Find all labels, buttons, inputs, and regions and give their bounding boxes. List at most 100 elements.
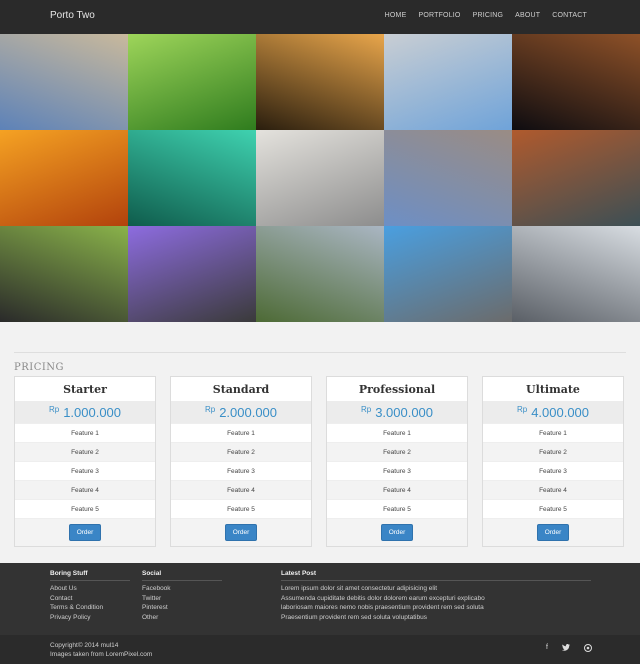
footer-link-pinterest[interactable]: Pinterest — [142, 603, 222, 613]
facebook-icon[interactable]: f — [546, 644, 548, 654]
small-plane-photo[interactable] — [256, 130, 384, 226]
feature-item: Feature 5 — [171, 499, 311, 518]
airplane-photo[interactable] — [384, 34, 512, 130]
feature-item: Feature 5 — [483, 499, 623, 518]
nav-portfolio[interactable]: PORTFOLIO — [418, 12, 460, 19]
navbar: Porto Two HOME PORTFOLIO PRICING ABOUT C… — [0, 0, 640, 34]
main-nav: HOME PORTFOLIO PRICING ABOUT CONTACT — [385, 12, 587, 19]
cyclist-photo[interactable] — [0, 226, 128, 322]
feature-list: Feature 1 Feature 2 Feature 3 Feature 4 … — [327, 423, 467, 518]
plan-price: Rp 1.000.000 — [15, 401, 155, 423]
plan-footer: Order — [15, 518, 155, 546]
plan-price: Rp 2.000.000 — [171, 401, 311, 423]
latest-post-line[interactable]: Praesentium provident rem sed soluta vol… — [281, 613, 591, 623]
feature-list: Feature 1 Feature 2 Feature 3 Feature 4 … — [483, 423, 623, 518]
plan-price: Rp 3.000.000 — [327, 401, 467, 423]
feature-item: Feature 2 — [327, 442, 467, 461]
feature-item: Feature 2 — [483, 442, 623, 461]
github-icon[interactable] — [584, 644, 592, 654]
copyright: Copyright© 2014 mul14 Images taken from … — [50, 641, 152, 659]
plan-professional: Professional Rp 3.000.000 Feature 1 Feat… — [326, 376, 468, 547]
order-button[interactable]: Order — [536, 524, 570, 541]
plan-name: Starter — [63, 382, 107, 396]
plan-ultimate: Ultimate Rp 4.000.000 Feature 1 Feature … — [482, 376, 624, 547]
nav-pricing[interactable]: PRICING — [473, 12, 504, 19]
currency-label: Rp — [516, 404, 528, 414]
latest-post-line[interactable]: Assumenda cupiditate debitis dolor dolor… — [281, 594, 591, 604]
footer-heading: Boring Stuff — [50, 570, 130, 581]
order-button[interactable]: Order — [224, 524, 258, 541]
skyline-photo[interactable] — [384, 130, 512, 226]
order-button[interactable]: Order — [68, 524, 102, 541]
plan-starter: Starter Rp 1.000.000 Feature 1 Feature 2… — [14, 376, 156, 547]
bottom-bar: Copyright© 2014 mul14 Images taken from … — [0, 635, 640, 664]
section-divider — [14, 352, 626, 353]
feature-item: Feature 4 — [171, 480, 311, 499]
latest-post-line[interactable]: laboriosam maiores nemo nobis praesentiu… — [281, 603, 591, 613]
footer-heading: Latest Post — [281, 570, 591, 581]
footer-latest-post: Latest Post Lorem ipsum dolor sit amet c… — [281, 570, 591, 622]
feature-item: Feature 3 — [483, 461, 623, 480]
plan-footer: Order — [483, 518, 623, 546]
footer-link-other[interactable]: Other — [142, 613, 222, 623]
feature-item: Feature 3 — [15, 461, 155, 480]
plan-name: Ultimate — [526, 382, 580, 396]
feature-item: Feature 1 — [171, 423, 311, 442]
footer-link-about[interactable]: About Us — [50, 584, 130, 594]
feature-item: Feature 1 — [483, 423, 623, 442]
plan-standard: Standard Rp 2.000.000 Feature 1 Feature … — [170, 376, 312, 547]
currency-label: Rp — [48, 404, 60, 414]
price-amount: 4.000.000 — [531, 404, 590, 420]
pricing-plans: Starter Rp 1.000.000 Feature 1 Feature 2… — [14, 376, 626, 547]
sports-car-photo[interactable] — [128, 226, 256, 322]
brandenburg-gate-photo[interactable] — [0, 34, 128, 130]
footer: Boring Stuff About Us Contact Terms & Co… — [0, 563, 640, 635]
currency-label: Rp — [360, 404, 372, 414]
feature-item: Feature 4 — [15, 480, 155, 499]
footer-link-privacy[interactable]: Privacy Policy — [50, 613, 130, 623]
rocky-coast-photo[interactable] — [512, 130, 640, 226]
order-button[interactable]: Order — [380, 524, 414, 541]
pricing-heading: PRICING — [14, 362, 65, 373]
feature-item: Feature 3 — [171, 461, 311, 480]
nav-home[interactable]: HOME — [385, 12, 407, 19]
brand-logo[interactable]: Porto Two — [50, 10, 95, 21]
footer-heading: Social — [142, 570, 222, 581]
portfolio-gallery — [0, 34, 640, 322]
feature-item: Feature 1 — [15, 423, 155, 442]
feature-item: Feature 2 — [15, 442, 155, 461]
feature-item: Feature 4 — [327, 480, 467, 499]
night-city-photo[interactable] — [512, 34, 640, 130]
grass-photo[interactable] — [128, 34, 256, 130]
price-amount: 3.000.000 — [375, 404, 434, 420]
sunset-sea-photo[interactable] — [0, 130, 128, 226]
social-icons: f — [546, 644, 592, 654]
plan-name: Standard — [212, 382, 270, 396]
plan-name: Professional — [358, 382, 436, 396]
price-amount: 1.000.000 — [63, 404, 122, 420]
feature-item: Feature 3 — [327, 461, 467, 480]
footer-link-twitter[interactable]: Twitter — [142, 594, 222, 604]
footer-link-contact[interactable]: Contact — [50, 594, 130, 604]
twitter-icon[interactable] — [562, 644, 570, 654]
plan-footer: Order — [171, 518, 311, 546]
footer-link-terms[interactable]: Terms & Condition — [50, 603, 130, 613]
footer-social: Social Facebook Twitter Pinterest Other — [142, 570, 222, 622]
nav-about[interactable]: ABOUT — [515, 12, 540, 19]
train-mountains-photo[interactable] — [256, 226, 384, 322]
plan-price: Rp 4.000.000 — [483, 401, 623, 423]
latest-post-line[interactable]: Lorem ipsum dolor sit amet consectetur a… — [281, 584, 591, 594]
silhouette-photo[interactable] — [256, 34, 384, 130]
feature-item: Feature 1 — [327, 423, 467, 442]
price-amount: 2.000.000 — [219, 404, 278, 420]
bullet-train-photo[interactable] — [512, 226, 640, 322]
copyright-text: Copyright© 2014 mul14 — [50, 642, 119, 649]
nav-contact[interactable]: CONTACT — [552, 12, 587, 19]
image-credit[interactable]: Images taken from LoremPixel.com — [50, 650, 152, 659]
footer-boring-stuff: Boring Stuff About Us Contact Terms & Co… — [50, 570, 130, 622]
feature-item: Feature 5 — [15, 499, 155, 518]
mini-car-photo[interactable] — [384, 226, 512, 322]
footer-link-facebook[interactable]: Facebook — [142, 584, 222, 594]
surfer-photo[interactable] — [128, 130, 256, 226]
feature-item: Feature 4 — [483, 480, 623, 499]
